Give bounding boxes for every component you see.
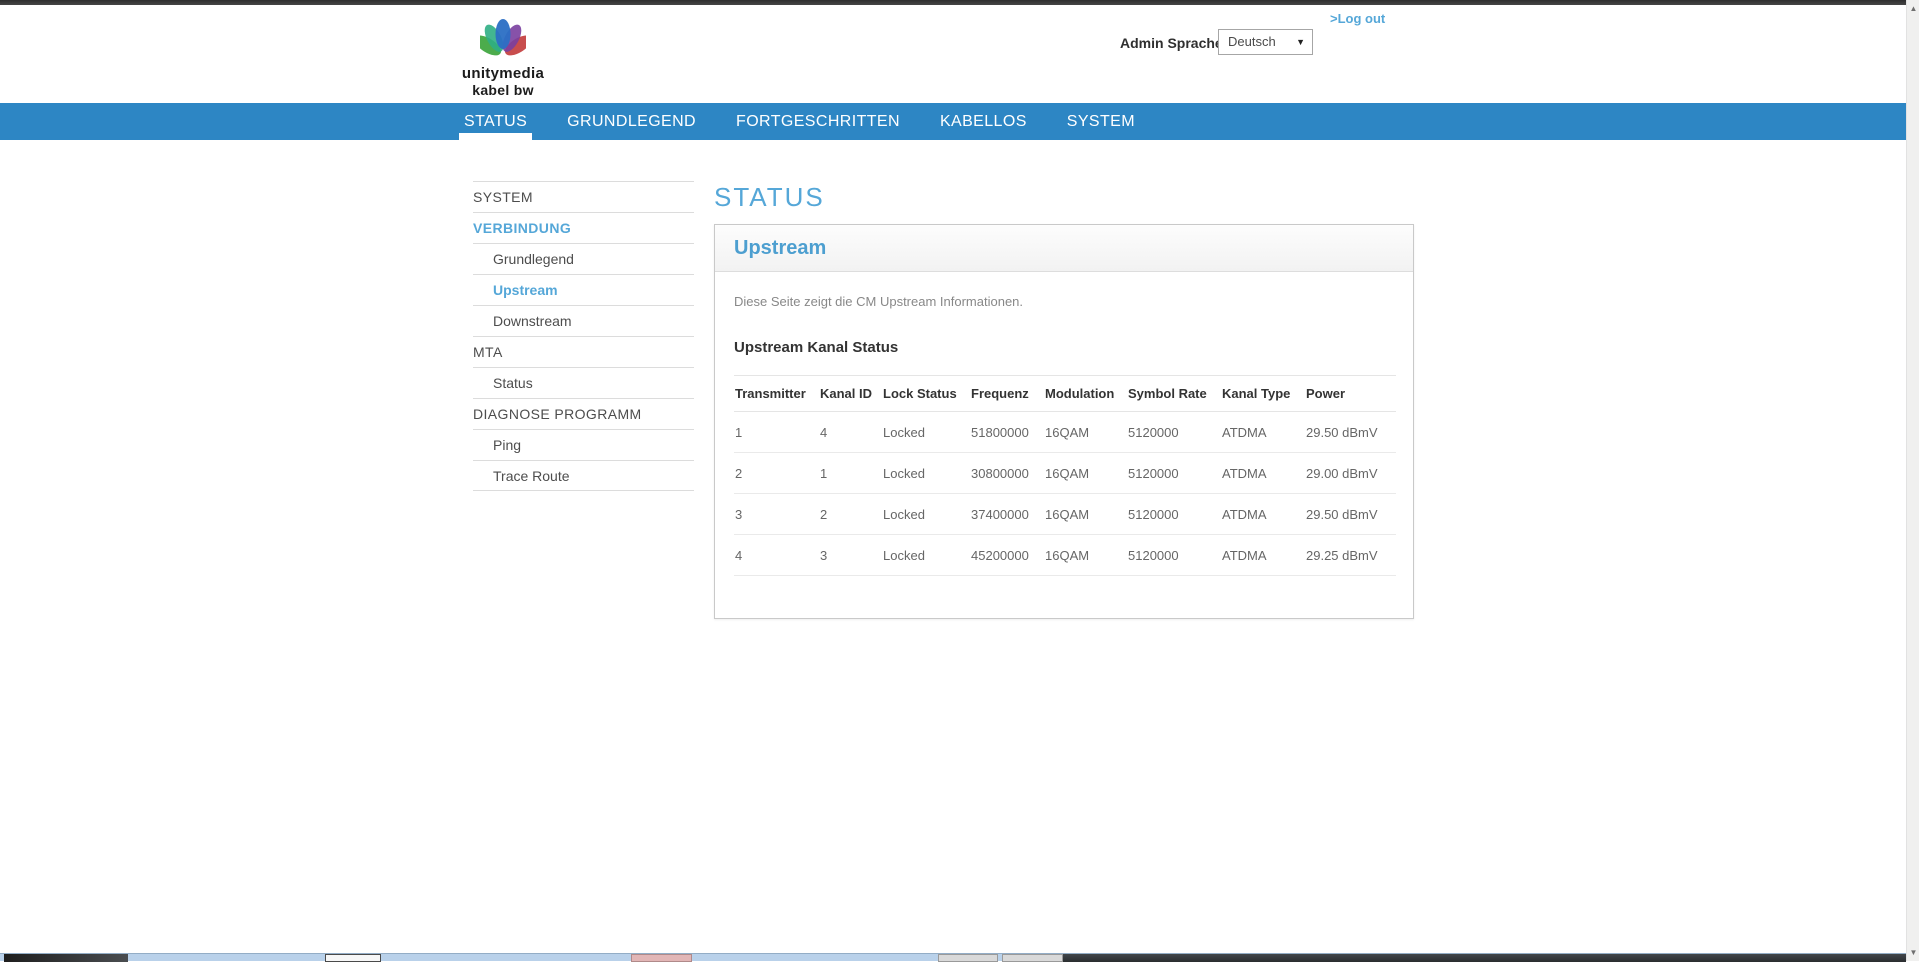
table-cell: 2 [819,493,882,535]
table-row: 4 3 Locked 45200000 16QAM 5120000 ATDMA 29.25 d… [734,534,1396,576]
table-cell: 1 [734,411,819,453]
table-cell: 16QAM [1044,411,1127,453]
page: { "header": { "logo_line1": "unitymedia"… [0,0,1919,962]
sidebar-item-system[interactable]: SYSTEM [473,181,694,212]
language-label: Admin Sprache [1120,35,1223,51]
nav-tab-grundlegend[interactable]: GRUNDLEGEND [562,103,701,140]
table-cell: 3 [734,493,819,535]
main-nav-items: STATUS GRUNDLEGEND FORTGESCHRITTEN KABEL… [0,103,1906,140]
upstream-panel-title: Upstream [734,236,827,259]
table-cell: 5120000 [1127,493,1221,535]
sidebar-item-mta[interactable]: MTA [473,336,694,367]
table-cell: Locked [882,452,970,494]
page-scrollbar[interactable]: ▲ ▼ [1906,0,1919,961]
upstream-panel-body: Diese Seite zeigt die CM Upstream Inform… [715,272,1413,618]
table-cell: 16QAM [1044,493,1127,535]
upstream-channel-table: Transmitter Kanal ID Lock Status Frequen… [734,375,1396,576]
table-cell: 37400000 [970,493,1044,535]
table-title: Upstream Kanal Status [734,339,899,356]
table-row: 1 4 Locked 51800000 16QAM 5120000 ATDMA 29.50 d… [734,411,1396,453]
table-cell: Locked [882,493,970,535]
table-cell: 29.25 dBmV [1305,534,1396,576]
upstream-table-body: 1 4 Locked 51800000 16QAM 5120000 ATDMA 29.50 d… [734,411,1396,576]
table-cell: 4 [819,411,882,453]
table-cell: 16QAM [1044,452,1127,494]
table-cell: 5120000 [1127,534,1221,576]
table-cell: 16QAM [1044,534,1127,576]
table-cell: Locked [882,411,970,453]
sidebar-item-grundlegend[interactable]: Grundlegend [473,243,694,274]
table-cell: 3 [819,534,882,576]
sidebar-item-verbindung[interactable]: VERBINDUNG [473,212,694,243]
sidebar-item-downstream[interactable]: Downstream [473,305,694,336]
language-selected-value: Deutsch [1228,34,1276,49]
scroll-down-icon[interactable]: ▼ [1907,948,1919,957]
logo-flower-icon [480,19,526,56]
table-cell: 4 [734,534,819,576]
table-cell: 51800000 [970,411,1044,453]
language-select[interactable]: Deutsch ▼ [1218,29,1313,55]
column-header-kanal-id: Kanal ID [819,375,882,412]
logo-text-line2: kabel bw [472,82,534,99]
upstream-panel-header: Upstream [715,225,1413,272]
table-cell: 2 [734,452,819,494]
chevron-down-icon: ▼ [1296,37,1305,47]
column-header-symbol-rate: Symbol Rate [1127,375,1221,412]
table-cell: 29.50 dBmV [1305,493,1396,535]
column-header-frequenz: Frequenz [970,375,1044,412]
column-header-kanal-type: Kanal Type [1221,375,1305,412]
column-header-lock-status: Lock Status [882,375,970,412]
table-cell: 29.00 dBmV [1305,452,1396,494]
logo-text-line1: unitymedia [461,65,545,82]
os-taskbar-sliver [0,953,1906,962]
logout-link[interactable]: >Log out [1330,11,1385,26]
nav-tab-kabellos[interactable]: KABELLOS [935,103,1032,140]
table-row: 2 1 Locked 30800000 16QAM 5120000 ATDMA 29.00 d… [734,452,1396,494]
nav-tab-fortgeschritten[interactable]: FORTGESCHRITTEN [731,103,905,140]
table-row: 3 2 Locked 37400000 16QAM 5120000 ATDMA 29.50 d… [734,493,1396,535]
upstream-panel: Upstream Diese Seite zeigt die CM Upstre… [714,224,1414,619]
site-header: unitymedia kabel bw >Log out Admin Sprac… [0,5,1906,103]
sidebar-item-ping[interactable]: Ping [473,429,694,460]
sidebar-item-diagnose-programm[interactable]: DIAGNOSE PROGRAMM [473,398,694,429]
sidebar-item-upstream[interactable]: Upstream [473,274,694,305]
table-cell: ATDMA [1221,493,1305,535]
table-cell: Locked [882,534,970,576]
nav-tab-status[interactable]: STATUS [459,103,533,140]
column-header-modulation: Modulation [1044,375,1127,412]
table-cell: 45200000 [970,534,1044,576]
upstream-description: Diese Seite zeigt die CM Upstream Inform… [734,294,1024,309]
page-title: STATUS [714,182,825,212]
table-header-row: Transmitter Kanal ID Lock Status Frequen… [734,375,1396,412]
sidebar-item-mta-status[interactable]: Status [473,367,694,398]
table-cell: 30800000 [970,452,1044,494]
column-header-transmitter: Transmitter [734,375,819,412]
table-cell: ATDMA [1221,534,1305,576]
table-cell: 29.50 dBmV [1305,411,1396,453]
table-cell: 5120000 [1127,411,1221,453]
sidebar: SYSTEM VERBINDUNG Grundlegend Upstream D… [473,181,694,491]
table-cell: 5120000 [1127,452,1221,494]
column-header-power: Power [1305,375,1396,412]
nav-tab-system[interactable]: SYSTEM [1062,103,1140,140]
table-cell: 1 [819,452,882,494]
scroll-up-icon[interactable]: ▲ [1907,4,1919,13]
brand-logo[interactable]: unitymedia kabel bw [453,19,553,98]
sidebar-item-trace-route[interactable]: Trace Route [473,460,694,491]
table-cell: ATDMA [1221,411,1305,453]
main-nav: STATUS GRUNDLEGEND FORTGESCHRITTEN KABEL… [0,103,1906,140]
table-cell: ATDMA [1221,452,1305,494]
